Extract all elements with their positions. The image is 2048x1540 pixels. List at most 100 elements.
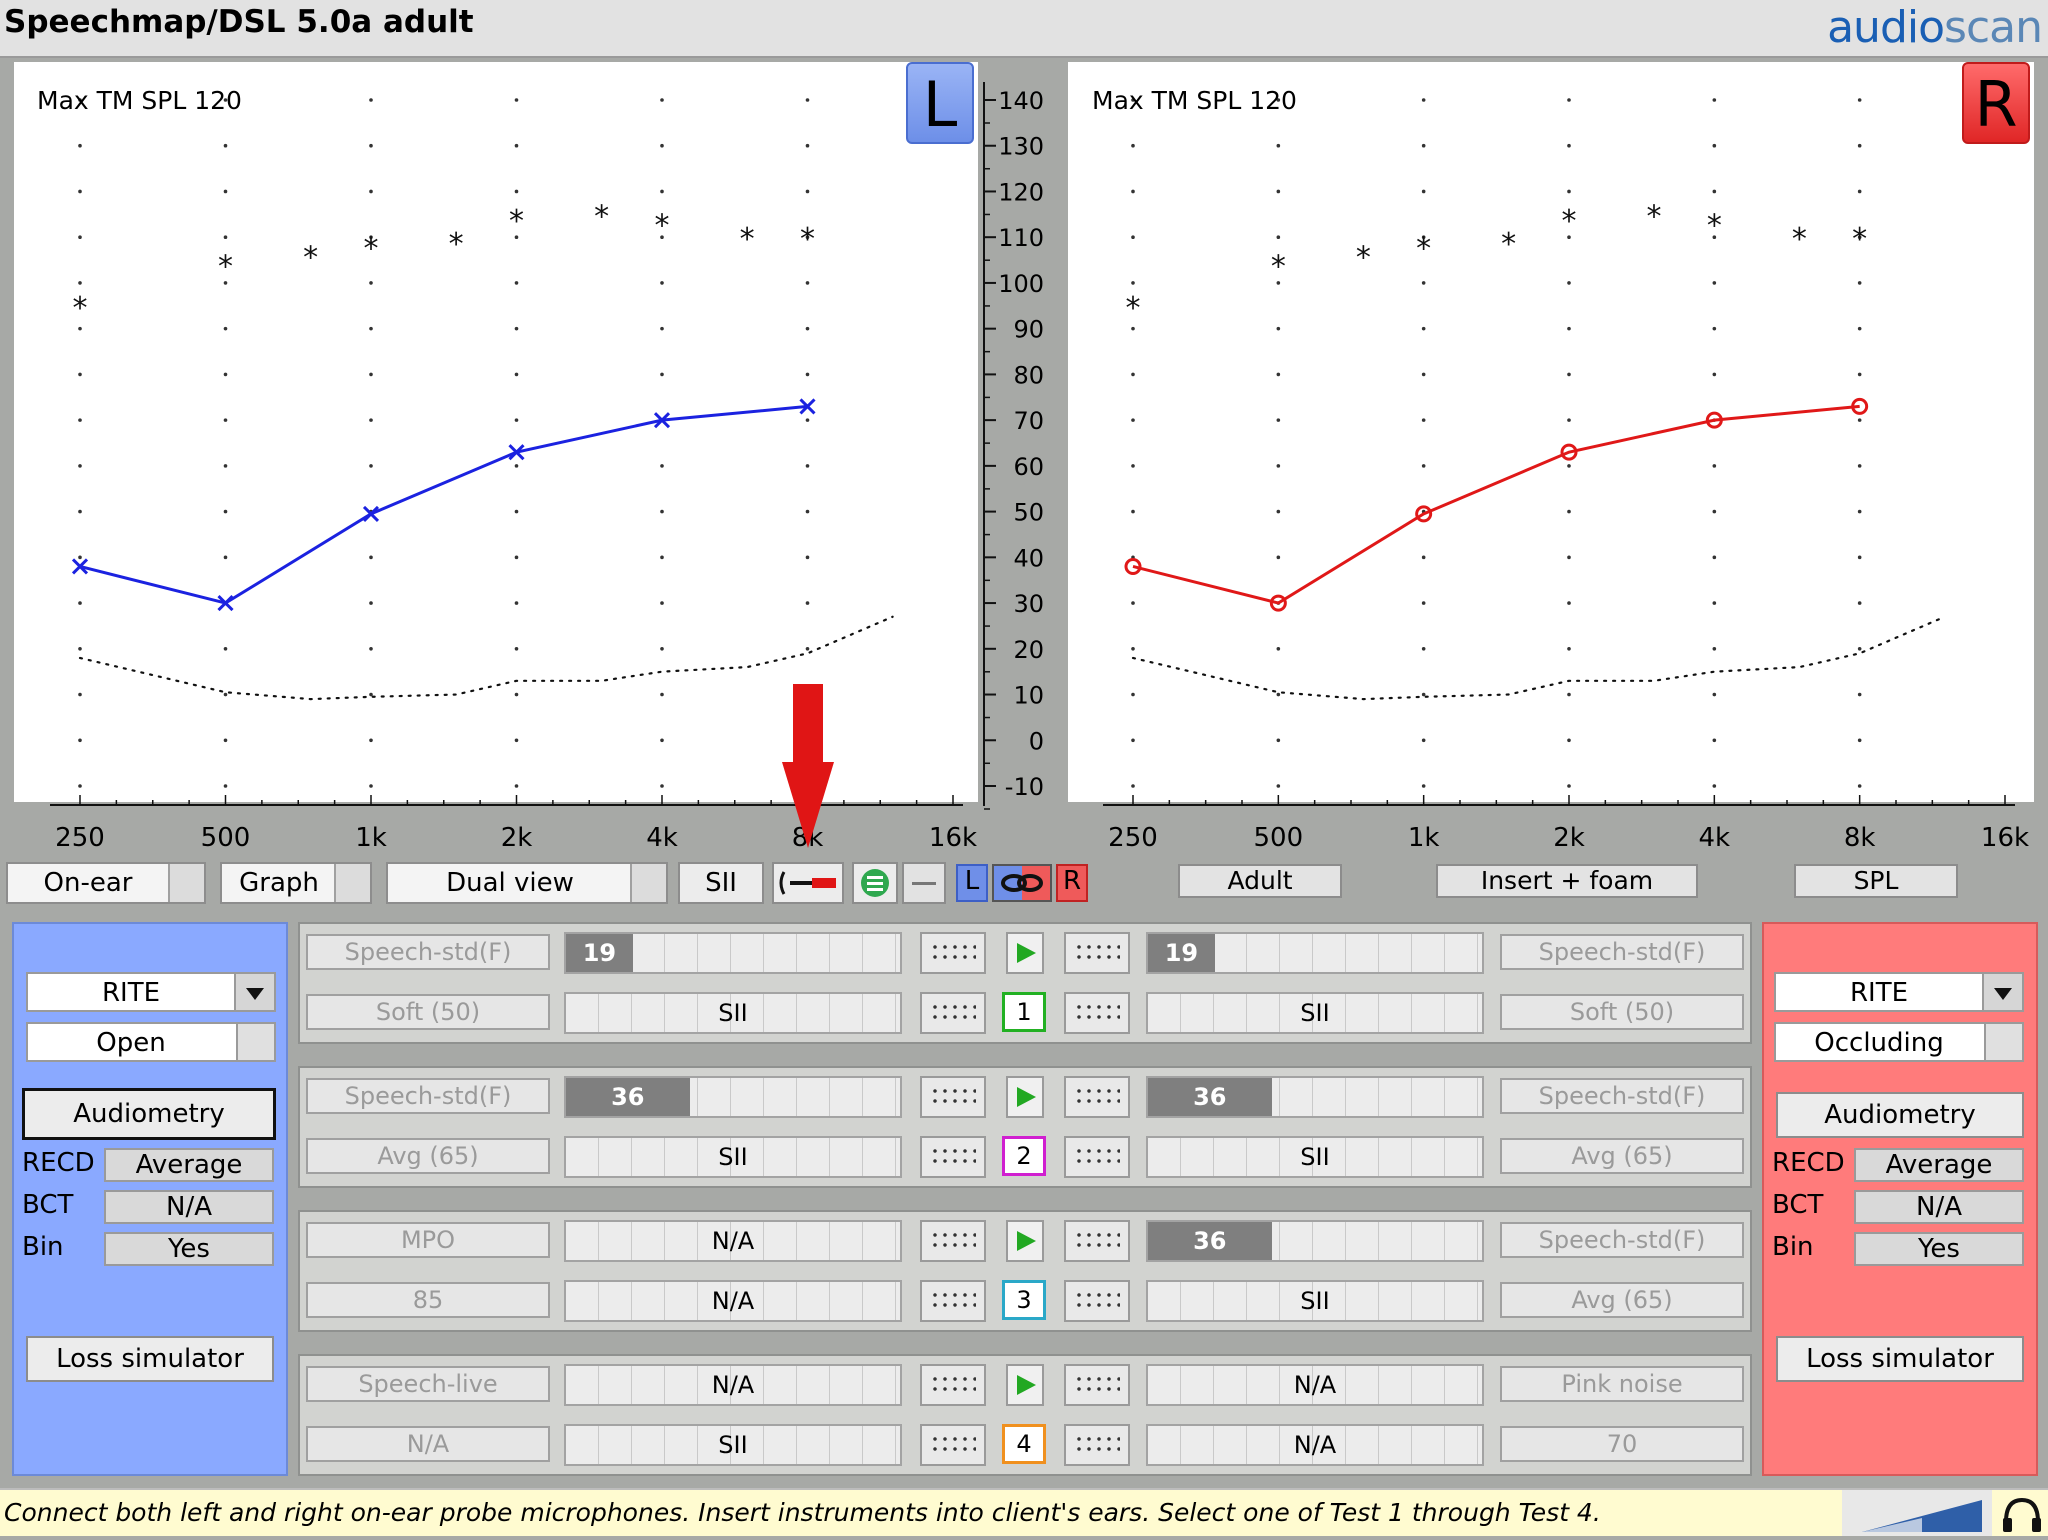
right-recd-value[interactable]: Average xyxy=(1854,1148,2024,1182)
right-vent-arrow[interactable] xyxy=(1984,1024,2022,1060)
left-bottom-meter[interactable]: N/A xyxy=(564,1280,902,1322)
right-level-field[interactable]: Avg (65) xyxy=(1500,1282,1744,1318)
right-bottom-meter[interactable]: SII xyxy=(1146,992,1484,1034)
left-level-field[interactable]: Soft (50) xyxy=(306,994,550,1030)
right-instrument-dropdown[interactable]: RITE xyxy=(1774,972,2024,1012)
left-instrument-dropdown[interactable]: RITE xyxy=(26,972,276,1012)
left-level-field[interactable]: N/A xyxy=(306,1426,550,1462)
play-test-4-button[interactable] xyxy=(1006,1364,1044,1406)
right-top-meter[interactable]: 19 xyxy=(1146,932,1484,974)
right-setup-button-1[interactable] xyxy=(1064,1364,1130,1406)
display-dropdown-arrow[interactable] xyxy=(334,864,370,902)
left-setup-button-2[interactable] xyxy=(920,1280,986,1322)
left-bottom-meter[interactable]: SII xyxy=(564,1136,902,1178)
left-setup-button-2[interactable] xyxy=(920,1136,986,1178)
right-top-meter[interactable]: 36 xyxy=(1146,1220,1484,1262)
probe-mic-icon[interactable] xyxy=(772,862,844,904)
left-recd-value[interactable]: Average xyxy=(104,1148,274,1182)
red-arrow-annotation xyxy=(782,684,834,848)
left-level-field[interactable]: 85 xyxy=(306,1282,550,1318)
right-bct-value[interactable]: N/A xyxy=(1854,1190,2024,1224)
right-setup-button-1[interactable] xyxy=(1064,932,1130,974)
left-bct-value[interactable]: N/A xyxy=(104,1190,274,1224)
right-stimulus-field[interactable]: Speech-std(F) xyxy=(1500,1078,1744,1114)
left-stimulus-field[interactable]: Speech-std(F) xyxy=(306,1078,550,1114)
left-instrument-arrow[interactable] xyxy=(234,974,274,1010)
transducer-indicator[interactable]: Insert + foam xyxy=(1436,864,1698,898)
right-audiometry-button[interactable]: Audiometry xyxy=(1776,1092,2024,1138)
toggle-button[interactable] xyxy=(902,862,946,904)
left-loss-simulator-button[interactable]: Loss simulator xyxy=(26,1336,274,1382)
test-2-selector[interactable]: 2 xyxy=(1002,1136,1046,1176)
right-setup-button-2[interactable] xyxy=(1064,1424,1130,1466)
right-instrument-arrow[interactable] xyxy=(1982,974,2022,1010)
left-stimulus-field[interactable]: Speech-live xyxy=(306,1366,550,1402)
left-setup-button-1[interactable] xyxy=(920,1364,986,1406)
right-level-field[interactable]: 70 xyxy=(1500,1426,1744,1462)
left-top-meter[interactable]: N/A xyxy=(564,1220,902,1262)
left-setup-button-1[interactable] xyxy=(920,1076,986,1118)
scale-indicator[interactable]: SPL xyxy=(1794,864,1958,898)
left-top-meter[interactable]: 36 xyxy=(564,1076,902,1118)
display-dropdown[interactable]: Graph xyxy=(220,862,372,904)
right-ear-badge[interactable]: R xyxy=(1962,62,2030,144)
mode-dropdown[interactable]: On-ear xyxy=(6,862,206,904)
grid-dot xyxy=(78,372,82,377)
right-level-field[interactable]: Avg (65) xyxy=(1500,1138,1744,1174)
right-stimulus-field[interactable]: Speech-std(F) xyxy=(1500,1222,1744,1258)
list-icon[interactable] xyxy=(852,862,898,904)
x-tick-label: 16k xyxy=(929,823,977,853)
left-bin-value[interactable]: Yes xyxy=(104,1232,274,1266)
left-stimulus-field[interactable]: MPO xyxy=(306,1222,550,1258)
right-bottom-meter[interactable]: N/A xyxy=(1146,1424,1484,1466)
sii-button[interactable]: SII xyxy=(678,862,764,904)
ucl-marker: * xyxy=(1562,204,1577,239)
test-1-selector[interactable]: 1 xyxy=(1002,992,1046,1032)
left-top-meter[interactable]: 19 xyxy=(564,932,902,974)
right-setup-button-1[interactable] xyxy=(1064,1220,1130,1262)
right-level-field[interactable]: Soft (50) xyxy=(1500,994,1744,1030)
left-ear-badge[interactable]: L xyxy=(906,62,974,144)
right-bottom-meter[interactable]: SII xyxy=(1146,1280,1484,1322)
right-loss-simulator-button[interactable]: Loss simulator xyxy=(1776,1336,2024,1382)
left-level-field[interactable]: Avg (65) xyxy=(306,1138,550,1174)
test-3-selector[interactable]: 3 xyxy=(1002,1280,1046,1320)
right-bin-value[interactable]: Yes xyxy=(1854,1232,2024,1266)
play-test-2-button[interactable] xyxy=(1006,1076,1044,1118)
left-setup-button-1[interactable] xyxy=(920,932,986,974)
left-setup-button-1[interactable] xyxy=(920,1220,986,1262)
left-vent-dropdown[interactable]: Open xyxy=(26,1022,276,1062)
play-test-3-button[interactable] xyxy=(1006,1220,1044,1262)
left-vent-arrow[interactable] xyxy=(236,1024,274,1060)
ucl-marker: * xyxy=(1852,222,1867,257)
right-setup-button-2[interactable] xyxy=(1064,1136,1130,1178)
test-4-selector[interactable]: 4 xyxy=(1002,1424,1046,1464)
left-bottom-meter[interactable]: SII xyxy=(564,1424,902,1466)
left-setup-button-2[interactable] xyxy=(920,992,986,1034)
left-top-meter[interactable]: N/A xyxy=(564,1364,902,1406)
right-stimulus-field[interactable]: Pink noise xyxy=(1500,1366,1744,1402)
right-vent-dropdown[interactable]: Occluding xyxy=(1774,1022,2024,1062)
y-tick-label: 140 xyxy=(998,87,1044,115)
view-dropdown-arrow[interactable] xyxy=(630,864,666,902)
link-ears-icon[interactable] xyxy=(992,864,1052,902)
left-bottom-meter[interactable]: SII xyxy=(564,992,902,1034)
right-stimulus-field[interactable]: Speech-std(F) xyxy=(1500,934,1744,970)
right-top-meter[interactable]: 36 xyxy=(1146,1076,1484,1118)
headphones-icon[interactable] xyxy=(2000,1494,2044,1534)
right-setup-button-2[interactable] xyxy=(1064,992,1130,1034)
right-bottom-meter[interactable]: SII xyxy=(1146,1136,1484,1178)
left-setup-button-2[interactable] xyxy=(920,1424,986,1466)
left-stimulus-field[interactable]: Speech-std(F) xyxy=(306,934,550,970)
left-ear-toggle[interactable]: L xyxy=(956,864,988,902)
right-setup-button-2[interactable] xyxy=(1064,1280,1130,1322)
view-dropdown[interactable]: Dual view xyxy=(386,862,668,904)
left-audiometry-button[interactable]: Audiometry xyxy=(22,1088,276,1140)
right-ear-toggle[interactable]: R xyxy=(1056,864,1088,902)
right-setup-button-1[interactable] xyxy=(1064,1076,1130,1118)
dot-grid-icon xyxy=(930,942,976,964)
age-indicator[interactable]: Adult xyxy=(1178,864,1342,898)
play-test-1-button[interactable] xyxy=(1006,932,1044,974)
mode-dropdown-arrow[interactable] xyxy=(168,864,204,902)
right-top-meter[interactable]: N/A xyxy=(1146,1364,1484,1406)
